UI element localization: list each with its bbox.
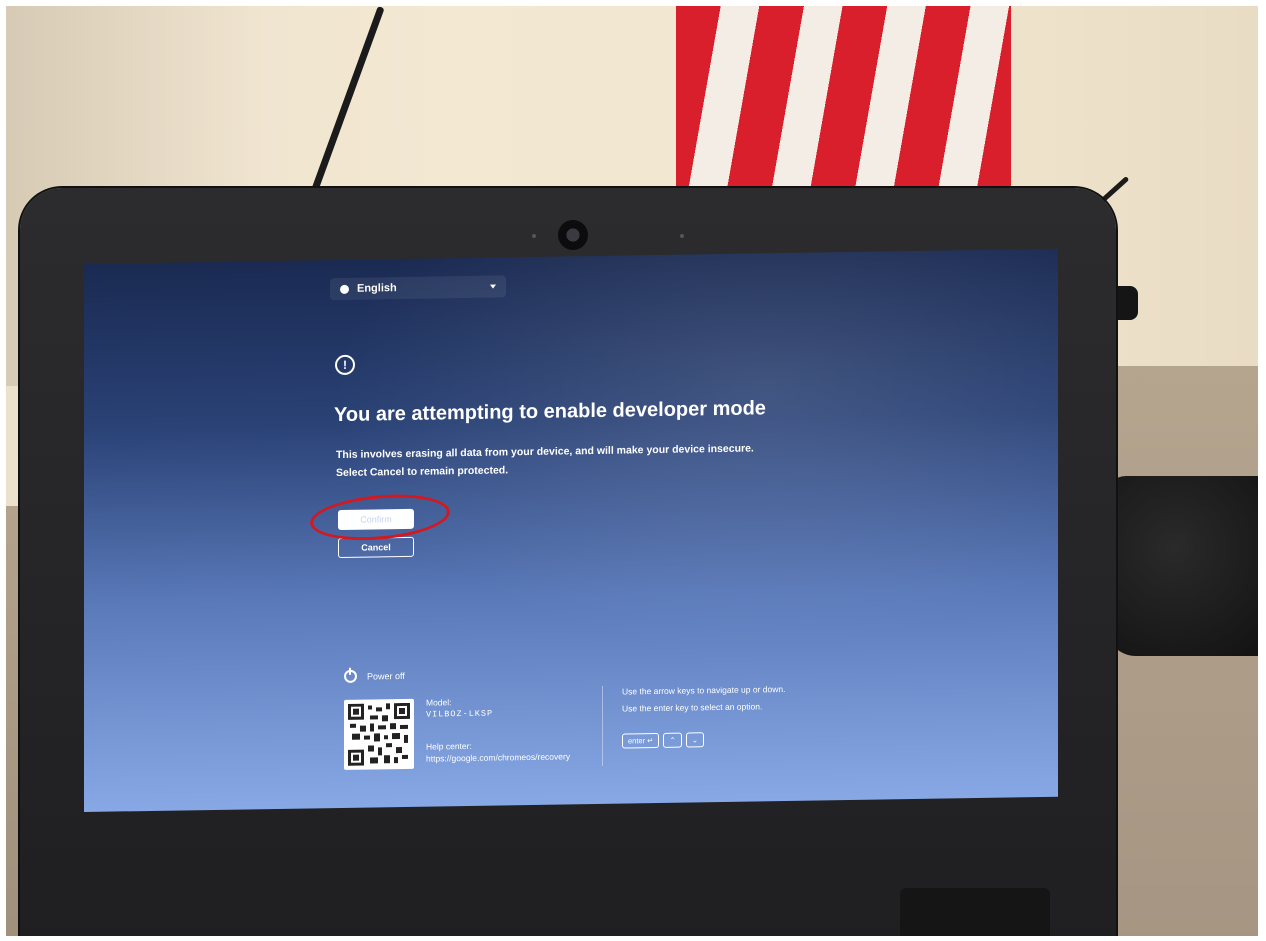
cancel-button[interactable]: Cancel [338, 536, 414, 559]
sensor-dot [532, 234, 536, 238]
language-selector[interactable]: English [330, 275, 506, 301]
help-center-link[interactable]: https://google.com/chromeos/recovery [426, 750, 570, 764]
help-center-info: Help center: https://google.com/chromeos… [426, 738, 570, 764]
globe-icon [340, 284, 349, 294]
monitor-cable [309, 6, 385, 197]
laptop-bezel: English ! You are attempting to enable d… [20, 188, 1116, 936]
warning-icon: ! [335, 354, 355, 376]
arrow-up-icon: ⌃ [663, 732, 682, 748]
hinge [900, 888, 1050, 936]
enter-key: enter ↵ [622, 732, 660, 749]
sensor-dot [680, 234, 684, 238]
flag [676, 6, 1011, 206]
power-icon [344, 669, 357, 683]
keyboard-hints: enter ↵ ⌃ ⌄ [622, 732, 705, 749]
model-label: Model: [426, 697, 452, 708]
photo-background: English ! You are attempting to enable d… [6, 6, 1258, 936]
recovery-screen: English ! You are attempting to enable d… [84, 248, 1058, 812]
confirm-button[interactable]: Confirm [338, 508, 414, 531]
qr-code [344, 698, 414, 770]
arrow-down-icon: ⌄ [685, 732, 705, 748]
navigation-hint: Use the arrow keys to navigate up or dow… [622, 681, 785, 718]
language-label: English [357, 282, 397, 295]
divider [602, 685, 603, 766]
black-bag [1106, 476, 1258, 656]
webcam [558, 220, 588, 250]
power-off-button[interactable]: Power off [344, 669, 405, 683]
model-info: Model: VILBOZ-LKSP [426, 696, 493, 721]
model-value: VILBOZ-LKSP [426, 708, 494, 720]
page-title: You are attempting to enable developer m… [334, 397, 766, 427]
chevron-down-icon [490, 284, 496, 289]
power-off-label: Power off [367, 670, 405, 682]
page-description: This involves erasing all data from your… [336, 439, 754, 482]
nav-hint-line: Use the enter key to select an option. [622, 701, 763, 714]
